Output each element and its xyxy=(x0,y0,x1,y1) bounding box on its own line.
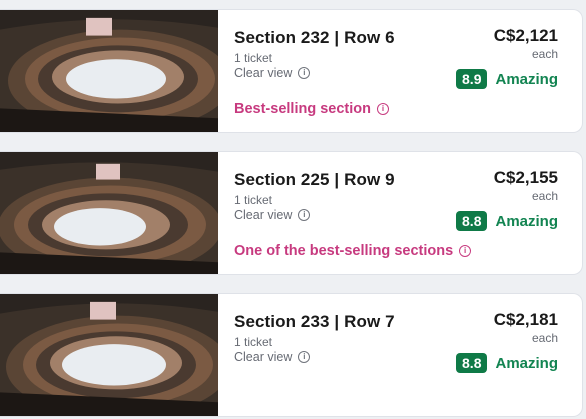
view-quality-label: Clear view xyxy=(234,350,293,364)
price-unit: each xyxy=(531,331,558,345)
info-icon[interactable]: i xyxy=(376,103,389,115)
arena-view-image xyxy=(0,152,218,274)
price-unit: each xyxy=(531,47,558,61)
info-icon[interactable]: i xyxy=(459,245,472,257)
best-selling-badge: Best-selling section i xyxy=(234,101,389,117)
section-row-title: Section 232 | Row 6 xyxy=(234,28,395,47)
score-badge: 8.8 xyxy=(456,353,488,373)
section-row-title: Section 233 | Row 7 xyxy=(234,312,395,331)
badge-label: Best-selling section xyxy=(234,101,371,117)
info-icon[interactable]: i xyxy=(298,351,311,363)
ticket-quantity: 1 ticket xyxy=(234,193,273,207)
rating-label: Amazing xyxy=(495,354,558,372)
view-quality-label: Clear view xyxy=(234,208,293,222)
ticket-listing[interactable]: Section 233 | Row 7 1 ticket Clear view … xyxy=(0,293,583,417)
ticket-price: C$2,181 xyxy=(493,310,558,329)
badge-label: One of the best-selling sections xyxy=(234,243,454,259)
arena-view-image xyxy=(0,10,218,132)
view-quality: Clear view i xyxy=(234,66,311,80)
rating-label: Amazing xyxy=(495,70,558,88)
info-icon[interactable]: i xyxy=(298,67,311,79)
view-quality: Clear view i xyxy=(234,208,311,222)
ticket-price: C$2,121 xyxy=(493,26,558,45)
rating-label: Amazing xyxy=(495,212,558,230)
view-quality: Clear view i xyxy=(234,350,311,364)
ticket-listing[interactable]: Section 232 | Row 6 1 ticket Clear view … xyxy=(0,9,583,133)
info-icon[interactable]: i xyxy=(298,209,311,221)
ticket-quantity: 1 ticket xyxy=(234,335,273,349)
best-selling-badge: One of the best-selling sections i xyxy=(234,243,472,259)
view-quality-label: Clear view xyxy=(234,66,293,80)
ticket-price: C$2,155 xyxy=(493,168,558,187)
ticket-quantity: 1 ticket xyxy=(234,51,273,65)
score-badge: 8.9 xyxy=(456,69,488,89)
deal-rating: 8.9 Amazing xyxy=(456,69,558,89)
deal-rating: 8.8 Amazing xyxy=(456,353,558,373)
arena-view-image xyxy=(0,294,218,416)
price-unit: each xyxy=(531,189,558,203)
score-badge: 8.8 xyxy=(456,211,488,231)
deal-rating: 8.8 Amazing xyxy=(456,211,558,231)
ticket-listing[interactable]: Section 225 | Row 9 1 ticket Clear view … xyxy=(0,151,583,275)
section-row-title: Section 225 | Row 9 xyxy=(234,170,395,189)
